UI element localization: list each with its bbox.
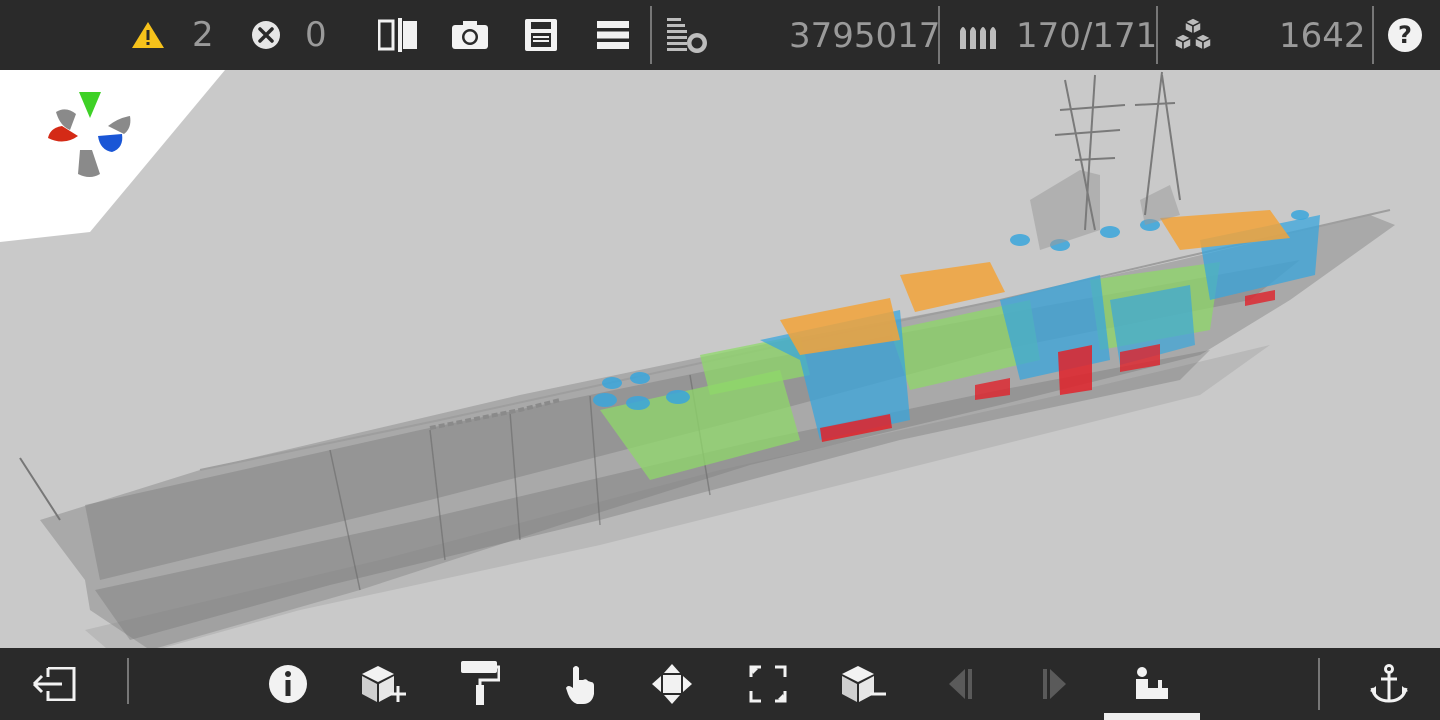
anchor-icon[interactable]: [1369, 664, 1409, 704]
add-block-icon[interactable]: [360, 664, 408, 704]
orientation-gizmo[interactable]: [40, 88, 140, 188]
ship-3d-viewport[interactable]: [0, 70, 1440, 648]
svg-text:?: ?: [1398, 21, 1412, 49]
paint-roller-icon[interactable]: [460, 660, 500, 706]
save-disk-icon[interactable]: [524, 18, 558, 52]
camera-icon[interactable]: [450, 19, 490, 51]
toolbar-separator: [650, 6, 652, 64]
module-red: [1058, 345, 1092, 395]
hamburger-menu-icon[interactable]: [596, 20, 630, 50]
toolbar-separator: [1318, 658, 1320, 710]
help-question-icon[interactable]: ?: [1387, 17, 1423, 53]
toolbar-separator: [1156, 6, 1158, 64]
ship-scene: [0, 70, 1440, 648]
warnings-count: 2: [192, 15, 214, 55]
ship-cost-value: 3795017: [789, 16, 941, 56]
crew-stations-icon[interactable]: [1134, 666, 1170, 700]
compare-panels-icon[interactable]: [378, 17, 418, 53]
warning-triangle-icon[interactable]: [131, 20, 165, 50]
exit-icon[interactable]: [32, 667, 76, 701]
stacked-cubes-icon[interactable]: [1172, 17, 1214, 53]
resize-frame-icon[interactable]: [749, 665, 787, 703]
toolbar-separator: [1372, 6, 1374, 64]
toolbar-separator: [127, 658, 129, 704]
active-tab-indicator: [1104, 713, 1200, 720]
remove-block-icon[interactable]: [840, 664, 888, 704]
errors-count: 0: [305, 15, 327, 55]
error-x-icon[interactable]: [251, 20, 281, 50]
next-icon[interactable]: [1040, 667, 1070, 701]
top-status-bar: 2 0 3795017 170/171 1642 ?: [0, 0, 1440, 70]
hand-pointer-icon[interactable]: [563, 664, 597, 706]
stats-list-icon[interactable]: [666, 16, 708, 54]
ammo-shells-icon[interactable]: [959, 21, 999, 51]
bottom-tool-bar: [0, 648, 1440, 720]
move-arrows-icon[interactable]: [651, 663, 693, 705]
ammo-value: 170/171: [1016, 16, 1158, 56]
previous-icon[interactable]: [945, 667, 975, 701]
toolbar-separator: [938, 6, 940, 64]
parts-count-value: 1642: [1279, 16, 1366, 56]
info-icon[interactable]: [268, 664, 308, 704]
